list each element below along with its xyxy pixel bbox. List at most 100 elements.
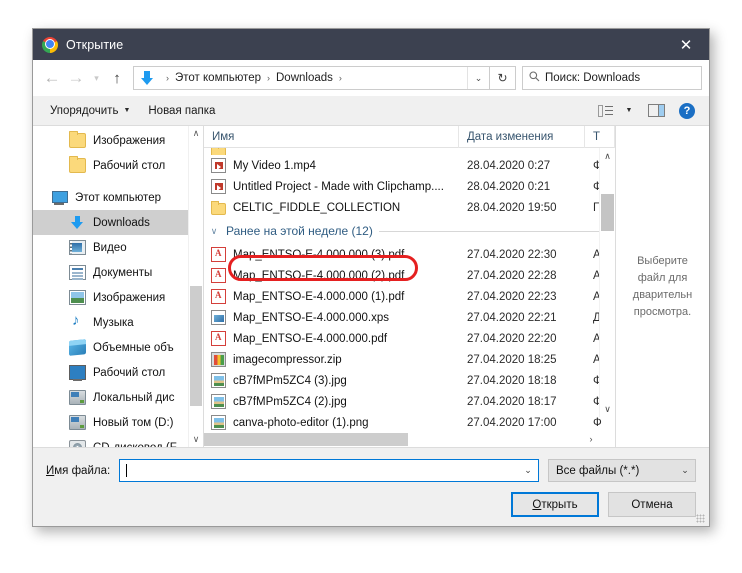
file-name-label: My Video 1.mp4: [233, 159, 316, 172]
view-dropdown-button[interactable]: ▼: [619, 100, 639, 122]
table-row[interactable]: My Video 1.mp4 28.04.2020 0:27 Ф: [204, 155, 615, 176]
command-bar: Упорядочить ▼ Новая папка ▼ ?: [33, 96, 709, 126]
close-icon[interactable]: ✕: [663, 29, 709, 60]
drive-icon: [69, 390, 86, 405]
file-name-label: Map_ENTSO-E-4.000.000 (1).pdf: [233, 290, 405, 303]
table-row[interactable]: Map_ENTSO-E-4.000.000.pdf 27.04.2020 22:…: [204, 328, 615, 349]
pdf-icon: [211, 289, 226, 304]
view-options-button[interactable]: [591, 100, 619, 122]
table-row[interactable]: Map_ENTSO-E-4.000.000 (3).pdf 27.04.2020…: [204, 244, 615, 265]
table-row[interactable]: Map_ENTSO-E-4.000.000 (1).pdf 27.04.2020…: [204, 286, 615, 307]
file-name-label: Map_ENTSO-E-4.000.000.pdf: [233, 332, 388, 345]
scroll-down-icon[interactable]: ∨: [193, 432, 200, 447]
scroll-up-icon[interactable]: ∧: [600, 148, 615, 164]
table-row[interactable]: cB7fMPm5ZC4 (3).jpg 27.04.2020 18:18 Ф: [204, 370, 615, 391]
organize-button[interactable]: Упорядочить ▼: [41, 100, 139, 122]
address-dropdown-chevron-down-icon[interactable]: ⌄: [467, 67, 489, 89]
file-name-cell: canva-photo-editor (1).png: [204, 415, 459, 430]
sidebar-scrollbar[interactable]: ∧ ∨: [188, 126, 203, 447]
scroll-up-icon[interactable]: ∧: [193, 126, 200, 141]
sidebar-item-local-disk[interactable]: Локальный дис: [33, 385, 203, 410]
sidebar-item-downloads[interactable]: Downloads: [33, 210, 203, 235]
file-list-scrollbar[interactable]: ∧ ∨: [599, 148, 615, 417]
sidebar-scroll-region: Изображения Рабочий стол Этот компьютер …: [33, 126, 203, 447]
recent-locations-button[interactable]: ▾: [88, 66, 105, 90]
sidebar-item-cd-drive[interactable]: CD-дисковод (F: [33, 435, 203, 447]
filename-chevron-down-icon[interactable]: ⌄: [518, 465, 538, 476]
sidebar-item-videos[interactable]: Видео: [33, 235, 203, 260]
forward-button[interactable]: →: [64, 66, 88, 90]
chevron-down-icon[interactable]: ∨: [208, 226, 220, 237]
sidebar-scrollbar-thumb[interactable]: [190, 286, 202, 406]
downloads-arrow-icon: [139, 70, 159, 86]
table-row[interactable]: imagecompressor.zip 27.04.2020 18:25 A: [204, 349, 615, 370]
table-row-partial[interactable]: [204, 148, 615, 155]
back-button[interactable]: ←: [40, 66, 64, 90]
folder-icon: [211, 148, 226, 155]
file-type-cell: Ф: [593, 416, 602, 429]
preview-line-1: файл для: [637, 271, 688, 284]
desktop-icon: [69, 365, 86, 381]
file-list-scrollbar-thumb[interactable]: [601, 194, 614, 231]
breadcrumb-item-0[interactable]: Этот компьютер: [174, 72, 262, 84]
sidebar-item-documents[interactable]: Документы: [33, 260, 203, 285]
table-row[interactable]: CELTIC_FIDDLE_COLLECTION 28.04.2020 19:5…: [204, 197, 615, 218]
sidebar-item-music[interactable]: Музыка: [33, 310, 203, 335]
preview-pane-button[interactable]: [639, 100, 673, 122]
table-row[interactable]: Untitled Project - Made with Clipchamp..…: [204, 176, 615, 197]
cancel-button[interactable]: Отмена: [608, 492, 696, 517]
sidebar-item-this-pc[interactable]: Этот компьютер: [33, 185, 203, 210]
music-icon: [69, 312, 86, 330]
file-date-cell: 27.04.2020 22:28: [467, 269, 557, 282]
up-button[interactable]: ↑: [105, 66, 129, 90]
pdf-icon: [211, 268, 226, 283]
file-name-label: imagecompressor.zip: [233, 353, 342, 366]
sidebar-item-new-volume-d[interactable]: Новый том (D:): [33, 410, 203, 435]
table-row[interactable]: cB7fMPm5ZC4 (2).jpg 27.04.2020 18:17 Ф: [204, 391, 615, 412]
file-list-area: Имя ⌄ Дата изменения Т My Video 1.mp4 28…: [204, 125, 615, 447]
dialog-title: Открытие: [66, 37, 124, 52]
new-folder-button[interactable]: Новая папка: [139, 100, 224, 122]
address-bar[interactable]: › Этот компьютер › Downloads › ⌄: [133, 66, 490, 90]
dialog-footer: Имя файла: ⌄ Все файлы (*.*) ⌄ Открыть О…: [33, 448, 709, 526]
horizontal-scrollbar-thumb[interactable]: [204, 433, 408, 446]
file-date-cell: 28.04.2020 19:50: [467, 201, 557, 214]
table-row[interactable]: canva-photo-editor (1).png 27.04.2020 17…: [204, 412, 615, 432]
image-icon: [211, 415, 226, 430]
sidebar-item-label: Рабочий стол: [93, 159, 166, 172]
scroll-down-icon[interactable]: ∨: [600, 401, 615, 417]
file-name-cell: imagecompressor.zip: [204, 352, 459, 367]
file-type-filter-select[interactable]: Все файлы (*.*) ⌄: [548, 459, 696, 482]
refresh-icon[interactable]: ↻: [490, 66, 516, 90]
group-header[interactable]: ∨ Ранее на этой неделе (12): [204, 218, 615, 244]
sidebar-item-desktop-quick[interactable]: Рабочий стол: [33, 153, 203, 178]
table-row[interactable]: Map_ENTSO-E-4.000.000 (2).pdf 27.04.2020…: [204, 265, 615, 286]
search-input[interactable]: Поиск: Downloads: [522, 66, 702, 90]
sidebar-item-desktop[interactable]: Рабочий стол: [33, 360, 203, 385]
filename-input[interactable]: ⌄: [119, 459, 539, 482]
help-button[interactable]: ?: [673, 100, 701, 122]
resize-grip[interactable]: [696, 514, 705, 523]
file-name-cell: CELTIC_FIDDLE_COLLECTION: [204, 200, 459, 215]
column-header-date[interactable]: ⌄ Дата изменения: [459, 125, 585, 148]
column-header-name[interactable]: Имя: [204, 125, 459, 148]
sidebar-divider: [33, 178, 203, 185]
table-row[interactable]: Map_ENTSO-E-4.000.000.xps 27.04.2020 22:…: [204, 307, 615, 328]
breadcrumb-item-1[interactable]: Downloads: [275, 72, 334, 84]
scroll-right-icon[interactable]: ›: [583, 432, 599, 447]
column-header-type[interactable]: Т: [585, 125, 615, 148]
chrome-icon: [42, 36, 58, 53]
open-button[interactable]: Открыть: [511, 492, 599, 517]
file-name-label: CELTIC_FIDDLE_COLLECTION: [233, 201, 401, 214]
new-folder-label: Новая папка: [148, 104, 216, 117]
sidebar-item-3d-objects[interactable]: Объемные объ: [33, 335, 203, 360]
file-name-label: cB7fMPm5ZC4 (2).jpg: [233, 395, 347, 408]
zip-icon: [211, 352, 226, 367]
sidebar-item-izobrazheniya-quick[interactable]: Изображения: [33, 128, 203, 153]
sidebar-item-label: Этот компьютер: [75, 191, 161, 204]
pdf-icon: [211, 331, 226, 346]
filter-chevron-down-icon[interactable]: ⌄: [675, 465, 695, 476]
file-name-label: Map_ENTSO-E-4.000.000 (3).pdf: [233, 248, 405, 261]
sidebar-item-pictures[interactable]: Изображения: [33, 285, 203, 310]
file-list-horizontal-scrollbar[interactable]: ›: [204, 432, 615, 447]
